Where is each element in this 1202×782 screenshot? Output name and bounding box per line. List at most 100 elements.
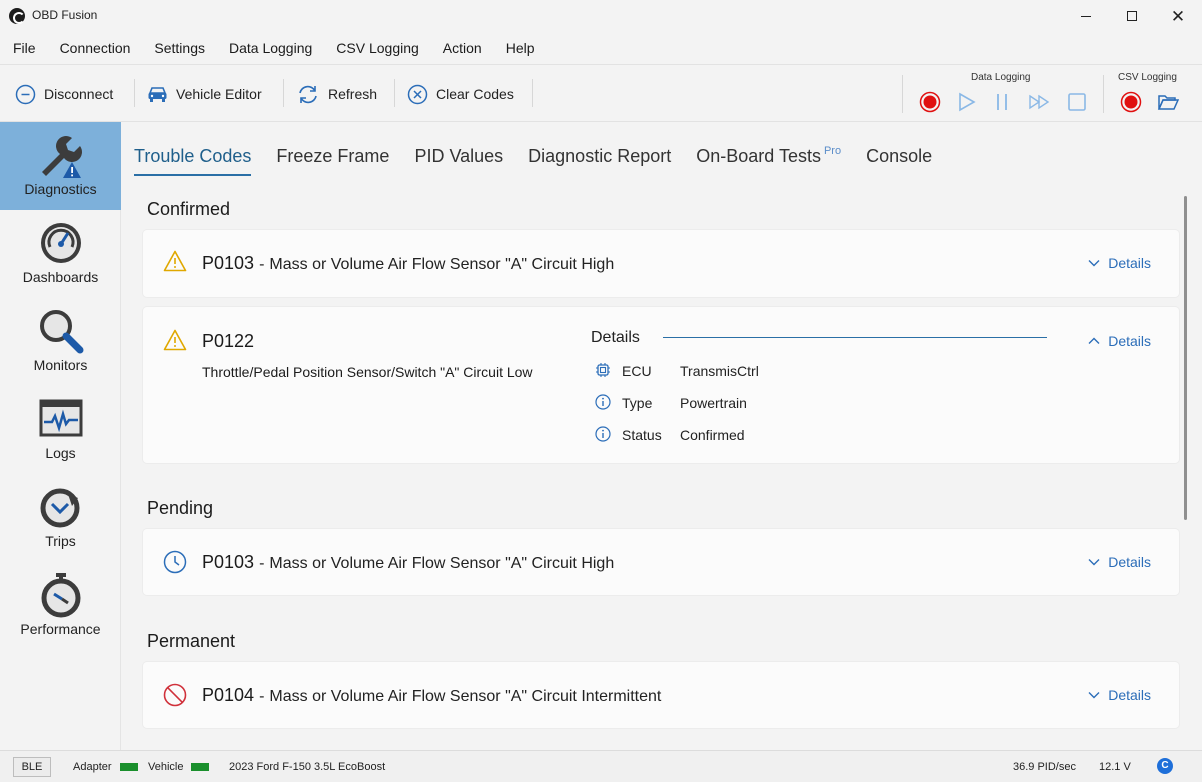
data-play-button[interactable]: [955, 91, 977, 113]
section-title-confirmed: Confirmed: [147, 199, 231, 219]
close-button[interactable]: ✕: [1155, 0, 1201, 32]
record-icon: [919, 91, 941, 113]
minimize-icon: [1081, 15, 1091, 17]
sidebar: Diagnostics Dashboards Monitors Logs Tri…: [0, 122, 121, 750]
details-label: Details: [1108, 333, 1151, 349]
warning-icon: [163, 250, 187, 272]
type-key: Type: [622, 395, 653, 411]
details-label: Details: [1108, 255, 1151, 271]
log-chart-icon: [39, 399, 83, 437]
dtc-card[interactable]: P0103 - Mass or Volume Air Flow Sensor "…: [143, 230, 1179, 297]
ecu-key: ECU: [622, 363, 652, 379]
menu-action[interactable]: Action: [431, 40, 494, 56]
toolbar-divider: [283, 79, 284, 107]
details-divider: [663, 337, 1047, 338]
csv-logging-group-label: CSV Logging: [1118, 72, 1177, 83]
dtc-code: P0104: [202, 685, 255, 705]
menu-csv-logging[interactable]: CSV Logging: [324, 40, 431, 56]
tab-on-board-tests[interactable]: On-Board Tests Pro: [696, 145, 841, 176]
tab-trouble-codes[interactable]: Trouble Codes: [134, 146, 252, 176]
sidebar-item-trips[interactable]: Trips: [0, 474, 121, 562]
type-value: Powertrain: [680, 395, 747, 411]
details-toggle-button[interactable]: Details: [1088, 554, 1151, 570]
menu-help[interactable]: Help: [494, 40, 547, 56]
chevron-down-icon: [1088, 559, 1100, 566]
battery-voltage: 12.1 V: [1099, 761, 1131, 773]
toolbar-divider: [532, 79, 533, 107]
dtc-card[interactable]: P0104 - Mass or Volume Air Flow Sensor "…: [143, 662, 1179, 728]
clear-circle-x-icon: [407, 84, 428, 104]
data-stop-button[interactable]: [1066, 91, 1088, 113]
dtc-code: P0103: [202, 552, 255, 572]
ecu-value: TransmisCtrl: [680, 363, 759, 379]
pid-rate: 36.9 PID/sec: [1013, 761, 1076, 773]
menu-settings[interactable]: Settings: [142, 40, 217, 56]
info-icon: [595, 426, 611, 442]
sidebar-item-diagnostics[interactable]: Diagnostics: [0, 122, 121, 210]
menu-file[interactable]: File: [1, 40, 48, 56]
vehicle-label: Vehicle: [148, 761, 184, 773]
folder-icon: [1157, 95, 1179, 110]
tab-freeze-frame[interactable]: Freeze Frame: [276, 146, 389, 176]
dtc-line: P0104 - Mass or Volume Air Flow Sensor "…: [202, 685, 661, 706]
main-content: Trouble Codes Freeze Frame PID Values Di…: [122, 122, 1202, 750]
section-title-permanent: Permanent: [147, 631, 236, 651]
details-toggle-button[interactable]: Details: [1088, 687, 1151, 703]
dtc-code: P0122: [202, 331, 255, 351]
window-title: OBD Fusion: [32, 8, 98, 22]
dtc-card-expanded[interactable]: P0122 Throttle/Pedal Position Sensor/Swi…: [143, 307, 1179, 463]
disconnect-button[interactable]: Disconnect: [15, 79, 113, 109]
refresh-button[interactable]: Refresh: [296, 79, 377, 109]
minimize-button[interactable]: [1063, 0, 1109, 32]
csv-open-folder-button[interactable]: [1157, 91, 1179, 113]
clear-codes-button[interactable]: Clear Codes: [407, 79, 514, 109]
section-title-pending: Pending: [147, 498, 214, 518]
tab-diagnostic-report[interactable]: Diagnostic Report: [528, 146, 671, 176]
stop-icon: [1068, 93, 1086, 111]
csv-record-button[interactable]: [1120, 91, 1142, 113]
scrollbar[interactable]: [1184, 196, 1187, 520]
trip-clock-icon: [40, 488, 80, 528]
vehicle-editor-button[interactable]: Vehicle Editor: [147, 79, 262, 109]
sidebar-item-label: Dashboards: [22, 269, 99, 285]
data-fast-forward-button[interactable]: [1028, 91, 1050, 113]
stopwatch-icon: [41, 573, 81, 618]
menu-connection[interactable]: Connection: [48, 40, 143, 56]
tab-pid-values[interactable]: PID Values: [414, 146, 503, 176]
ble-button[interactable]: BLE: [13, 757, 51, 777]
sidebar-item-logs[interactable]: Logs: [0, 386, 121, 474]
magnifier-icon: [40, 310, 84, 354]
vehicle-editor-label: Vehicle Editor: [176, 86, 262, 102]
sidebar-item-label: Monitors: [33, 357, 88, 373]
sidebar-item-label: Logs: [45, 445, 76, 461]
vehicle-status-led: [191, 763, 209, 771]
maximize-button[interactable]: [1109, 0, 1155, 32]
dtc-description: Mass or Volume Air Flow Sensor "A" Circu…: [269, 688, 662, 705]
chevron-up-icon: [1088, 337, 1100, 344]
details-toggle-button[interactable]: Details: [1088, 333, 1151, 349]
menu-data-logging[interactable]: Data Logging: [217, 40, 324, 56]
details-toggle-button[interactable]: Details: [1088, 255, 1151, 271]
sidebar-item-performance[interactable]: Performance: [0, 562, 121, 650]
dtc-dash: -: [259, 256, 265, 273]
dtc-card[interactable]: P0103 - Mass or Volume Air Flow Sensor "…: [143, 529, 1179, 595]
refresh-icon: [299, 85, 317, 103]
toolbar-divider: [394, 79, 395, 107]
title-bar: OBD Fusion ✕: [0, 0, 1202, 32]
chip-icon: [596, 363, 610, 377]
connection-badge-icon[interactable]: C: [1157, 758, 1173, 774]
adapter-label: Adapter: [73, 761, 112, 773]
data-pause-button[interactable]: [991, 91, 1013, 113]
toolbar-divider: [134, 79, 135, 107]
tab-console[interactable]: Console: [866, 146, 932, 176]
data-record-button[interactable]: [919, 91, 941, 113]
dtc-code: P0103: [202, 253, 255, 273]
sidebar-item-dashboards[interactable]: Dashboards: [0, 210, 121, 298]
status-bar: BLE Adapter Vehicle 2023 Ford F-150 3.5L…: [0, 750, 1202, 782]
dtc-description: Mass or Volume Air Flow Sensor "A" Circu…: [269, 555, 615, 572]
dtc-line: P0103 - Mass or Volume Air Flow Sensor "…: [202, 253, 614, 274]
sidebar-item-label: Performance: [20, 621, 101, 637]
chevron-down-icon: [1088, 260, 1100, 267]
warning-icon: [163, 329, 187, 351]
sidebar-item-monitors[interactable]: Monitors: [0, 298, 121, 386]
